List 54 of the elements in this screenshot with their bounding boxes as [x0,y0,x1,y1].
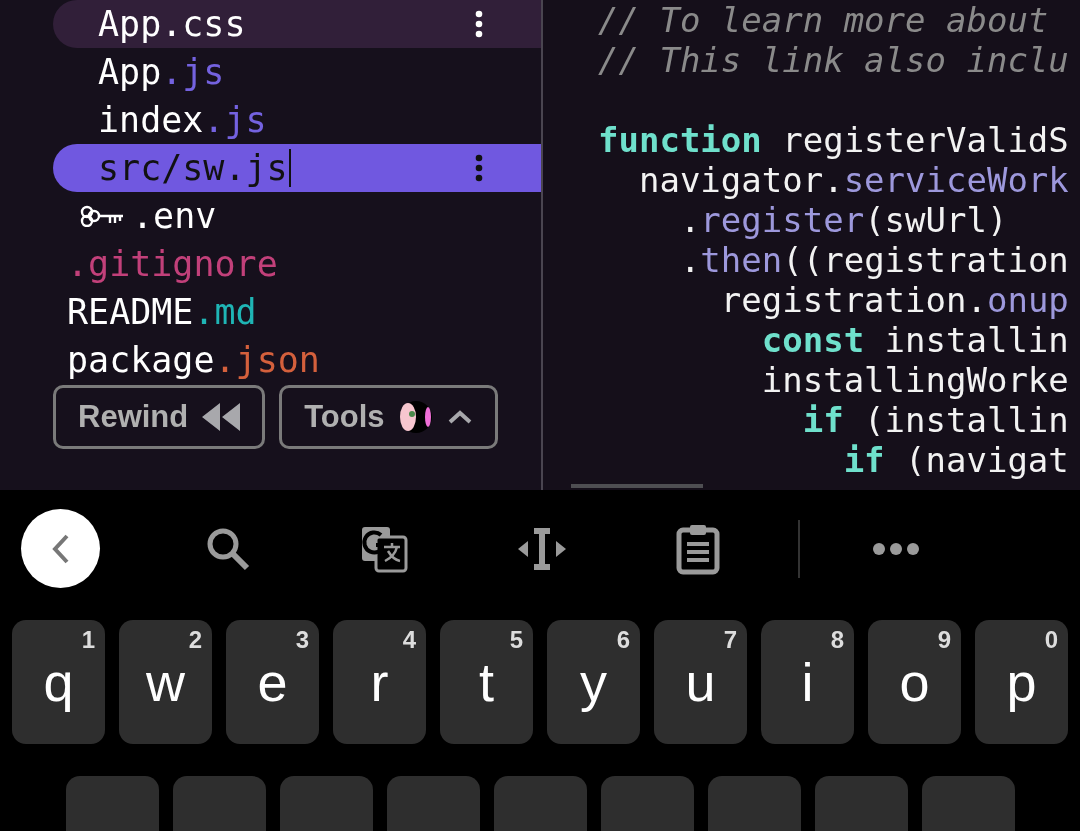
clipboard-icon[interactable] [676,522,720,575]
key-hint: 6 [616,626,630,654]
key-icon [80,205,124,227]
code-line: function registerValidS [598,120,1069,160]
rewind-icon [202,403,241,431]
file-name[interactable]: App.js [98,52,225,92]
file-name[interactable]: src/sw.js [98,148,291,188]
keyboard-key[interactable]: q 1 [12,620,105,744]
key-hint: 2 [188,626,202,654]
code-line: registration.onup [719,280,1069,320]
code-line: navigator.serviceWork [637,160,1069,200]
code-line: if (navigat [842,440,1069,480]
key-hint: 4 [402,626,416,654]
file-name[interactable]: index.js [98,100,267,140]
more-options-icon[interactable] [475,10,483,38]
code-editor[interactable] [543,0,1080,490]
file-name[interactable]: README.md [67,292,257,332]
keyboard-key[interactable]: i 8 [761,620,854,744]
eye-icon [398,401,433,433]
key-hint: 1 [81,626,95,654]
file-row[interactable]: App.css [53,0,541,48]
more-icon[interactable] [872,541,920,556]
keyboard-key[interactable]: u 7 [654,620,747,744]
key-hint: 5 [509,626,523,654]
key-hint: 3 [295,626,309,654]
keyboard-key[interactable]: w 2 [119,620,212,744]
file-name[interactable]: package.json [67,340,320,380]
scrollbar[interactable] [571,484,703,488]
code-line: .register(swUrl) [678,200,1008,240]
keyboard-key[interactable]: e 3 [226,620,319,744]
file-row[interactable]: src/sw.js [53,144,541,192]
code-line: // This link also inclu [598,40,1069,80]
code-line: const installin [760,320,1069,360]
key-hint: 8 [830,626,844,654]
keyboard-key[interactable]: o 9 [868,620,961,744]
keyboard-key[interactable]: y 6 [547,620,640,744]
rewind-button[interactable]: Rewind [53,385,266,449]
keyboard-key[interactable]: p 0 [975,620,1068,744]
key-hint: 7 [723,626,737,654]
key-hint: 9 [937,626,951,654]
keyboard-key[interactable]: t 5 [440,620,533,744]
back-icon [50,532,71,565]
keyboard-key[interactable]: r 4 [333,620,426,744]
file-name[interactable]: .gitignore [67,244,278,284]
chevron-up-icon [446,409,473,425]
file-name[interactable]: .env [132,196,217,236]
code-line: installingWorke [760,360,1069,400]
code-line: // To learn more about [598,0,1049,40]
code-line: .then((registration [678,240,1069,280]
translate-icon[interactable] [360,524,408,573]
code-line: if (installin [801,400,1069,440]
tools-button[interactable]: Tools [279,385,498,449]
file-name[interactable]: App.css [98,4,246,44]
key-hint: 0 [1044,626,1058,654]
